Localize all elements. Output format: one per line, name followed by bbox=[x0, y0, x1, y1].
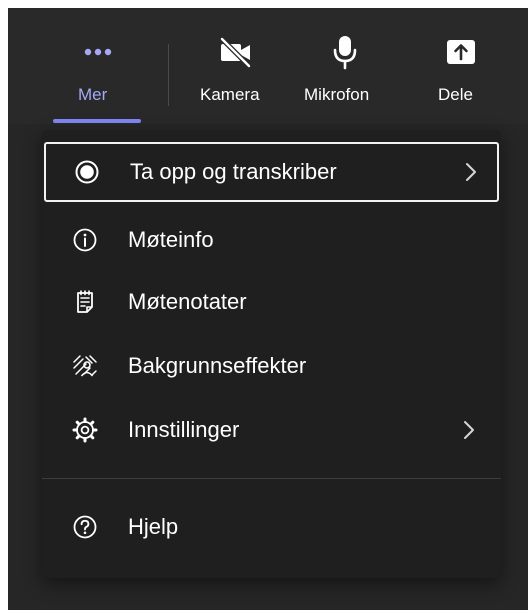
menu-item-meeting-info[interactable]: Møteinfo bbox=[42, 210, 501, 270]
help-icon bbox=[72, 514, 98, 540]
menu-item-label: Møtenotater bbox=[128, 289, 247, 314]
menu-item-background-effects[interactable]: Bakgrunnseffekter bbox=[42, 336, 501, 396]
record-icon bbox=[74, 159, 100, 185]
menu-item-label: Hjelp bbox=[128, 514, 179, 539]
more-label: Mer bbox=[78, 85, 108, 104]
camera-off-icon bbox=[216, 32, 256, 72]
menu-item-label: Møteinfo bbox=[128, 227, 214, 252]
microphone-button[interactable]: Mikrofon bbox=[300, 8, 390, 124]
toolbar-divider bbox=[168, 44, 169, 106]
menu-item-meeting-notes[interactable]: Møtenotater bbox=[42, 272, 501, 332]
more-options-menu: Ta opp og transkriber Møteinfo Møtenotat… bbox=[42, 130, 501, 578]
menu-divider bbox=[42, 478, 501, 479]
menu-item-label: Bakgrunnseffekter bbox=[128, 353, 307, 378]
menu-item-label: Innstillinger bbox=[128, 417, 240, 442]
share-screen-icon bbox=[441, 32, 481, 72]
microphone-label: Mikrofon bbox=[304, 85, 370, 104]
share-button[interactable]: Dele bbox=[430, 8, 494, 124]
background-effects-icon bbox=[72, 353, 98, 379]
microphone-icon bbox=[325, 32, 365, 72]
active-tab-indicator bbox=[53, 119, 141, 123]
settings-gear-icon bbox=[72, 417, 98, 443]
chevron-right-icon bbox=[464, 161, 478, 183]
notes-icon bbox=[72, 289, 98, 315]
share-label: Dele bbox=[438, 85, 473, 104]
info-icon bbox=[72, 227, 98, 253]
menu-item-record-transcribe[interactable]: Ta opp og transkriber bbox=[44, 142, 499, 202]
menu-item-help[interactable]: Hjelp bbox=[42, 497, 501, 557]
chevron-right-icon bbox=[462, 419, 476, 441]
meeting-toolbar: Mer Kamera Mikrofon Dele bbox=[8, 8, 528, 124]
more-dots-icon bbox=[78, 32, 118, 72]
more-button[interactable]: Mer bbox=[58, 8, 138, 124]
menu-item-label: Ta opp og transkriber bbox=[130, 159, 337, 184]
camera-label: Kamera bbox=[200, 85, 260, 104]
camera-button[interactable]: Kamera bbox=[194, 8, 278, 124]
menu-item-settings[interactable]: Innstillinger bbox=[42, 400, 501, 460]
